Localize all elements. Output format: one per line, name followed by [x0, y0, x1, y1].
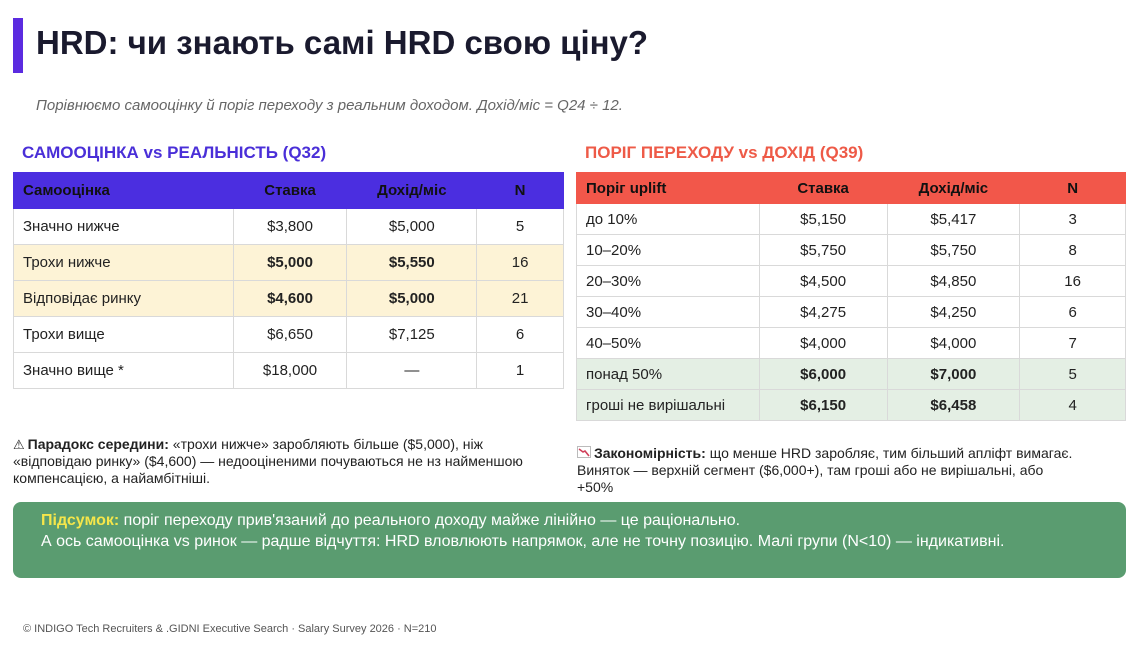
column-header: Дохід/міс — [346, 172, 478, 209]
table-cell: 16 — [1019, 265, 1126, 297]
table-cell: $18,000 — [232, 352, 348, 389]
table-row: 40–50% $4,000 $4,000 7 — [576, 327, 1126, 359]
table-cell: $6,000 — [758, 358, 888, 390]
table-header-row: Поріг uplift Ставка Дохід/міс N — [576, 172, 1126, 204]
table-cell: 1 — [476, 352, 564, 389]
table-cell: $7,000 — [886, 358, 1021, 390]
right-section-title: ПОРІГ ПЕРЕХОДУ vs ДОХІД (Q39) — [585, 143, 864, 162]
table-row: 10–20% $5,750 $5,750 8 — [576, 234, 1126, 266]
title-accent-bar — [13, 18, 23, 73]
table-cell: $4,600 — [232, 280, 348, 317]
summary-text-2: А ось самооцінка vs ринок — радше відчут… — [41, 533, 1005, 550]
table-cell: $5,750 — [886, 234, 1021, 266]
table-cell: $7,125 — [346, 316, 478, 353]
table-row: Значно нижче $3,800 $5,000 5 — [13, 208, 564, 245]
table-cell: 40–50% — [576, 327, 760, 359]
warning-icon: ⚠ — [13, 437, 25, 452]
table-cell: 21 — [476, 280, 564, 317]
table-cell: $4,000 — [758, 327, 888, 359]
column-header: Дохід/міс — [886, 172, 1021, 204]
column-header: Самооцінка — [13, 172, 234, 209]
table-cell: $4,850 — [886, 265, 1021, 297]
table-cell: $5,417 — [886, 203, 1021, 235]
table-cell: 5 — [1019, 358, 1126, 390]
table-header-row: Самооцінка Ставка Дохід/міс N — [13, 172, 564, 209]
table-cell: 8 — [1019, 234, 1126, 266]
summary-box: Підсумок: поріг переходу прив'язаний до … — [13, 502, 1126, 578]
table-cell: $3,800 — [232, 208, 348, 245]
column-header: Ставка — [758, 172, 888, 204]
table-cell: Трохи нижче — [13, 244, 234, 281]
table-row-highlighted: понад 50% $6,000 $7,000 5 — [576, 358, 1126, 390]
table-cell: Значно нижче — [13, 208, 234, 245]
table-row: 30–40% $4,275 $4,250 6 — [576, 296, 1126, 328]
table-cell: 7 — [1019, 327, 1126, 359]
page-title: HRD: чи знають самі HRD свою ціну? — [36, 24, 649, 61]
summary-text-1: поріг переходу прив'язаний до реального … — [119, 512, 741, 529]
column-header: N — [476, 172, 564, 209]
table-cell: 16 — [476, 244, 564, 281]
table-cell: $4,500 — [758, 265, 888, 297]
column-header: Поріг uplift — [576, 172, 760, 204]
table-cell: 30–40% — [576, 296, 760, 328]
table-cell: $6,150 — [758, 389, 888, 421]
uplift-threshold-table: Поріг uplift Ставка Дохід/міс N до 10% $… — [576, 172, 1126, 421]
table-cell: Значно вище * — [13, 352, 234, 389]
table-cell: гроші не вирішальні — [576, 389, 760, 421]
summary-label: Підсумок: — [41, 512, 120, 529]
table-cell: $5,150 — [758, 203, 888, 235]
page-subtitle: Порівнюємо самооцінку й поріг переходу з… — [36, 97, 623, 114]
chart-decreasing-icon — [577, 445, 591, 462]
table-cell: понад 50% — [576, 358, 760, 390]
table-row-highlighted: гроші не вирішальні $6,150 $6,458 4 — [576, 389, 1126, 421]
table-cell: Трохи вище — [13, 316, 234, 353]
summary-line-1: Підсумок: поріг переходу прив'язаний до … — [41, 510, 1098, 531]
table-cell: Відповідає ринку — [13, 280, 234, 317]
paradox-note: ⚠ Парадокс середини: «трохи нижче» заробл… — [13, 436, 543, 487]
column-header: Ставка — [232, 172, 348, 209]
table-cell: 3 — [1019, 203, 1126, 235]
table-cell: $5,000 — [232, 244, 348, 281]
table-cell: 6 — [476, 316, 564, 353]
self-assessment-table: Самооцінка Ставка Дохід/міс N Значно ниж… — [13, 172, 564, 389]
table-cell: 5 — [476, 208, 564, 245]
table-cell: до 10% — [576, 203, 760, 235]
table-row: Трохи вище $6,650 $7,125 6 — [13, 316, 564, 353]
table-cell: — — [346, 352, 478, 389]
table-cell: $6,458 — [886, 389, 1021, 421]
table-row-highlighted: Відповідає ринку $4,600 $5,000 21 — [13, 280, 564, 317]
table-cell: $4,000 — [886, 327, 1021, 359]
table-cell: $5,000 — [346, 280, 478, 317]
table-cell: $5,750 — [758, 234, 888, 266]
table-row: Значно вище * $18,000 — 1 — [13, 352, 564, 389]
paradox-note-label: Парадокс середини: — [27, 436, 169, 452]
table-cell: $6,650 — [232, 316, 348, 353]
footer-credits: © INDIGO Tech Recruiters & .GIDNI Execut… — [23, 623, 437, 635]
column-header: N — [1019, 172, 1126, 204]
table-cell: $4,250 — [886, 296, 1021, 328]
left-section-title: САМООЦІНКА vs РЕАЛЬНІСТЬ (Q32) — [22, 143, 327, 162]
pattern-note-label: Закономірність: — [594, 445, 706, 461]
table-cell: $5,550 — [346, 244, 478, 281]
pattern-note: Закономірність: що менше HRD заробляє, т… — [577, 445, 1077, 496]
table-row: 20–30% $4,500 $4,850 16 — [576, 265, 1126, 297]
table-cell: 6 — [1019, 296, 1126, 328]
table-cell: 10–20% — [576, 234, 760, 266]
table-cell: $5,000 — [346, 208, 478, 245]
table-cell: 20–30% — [576, 265, 760, 297]
table-cell: 4 — [1019, 389, 1126, 421]
table-row-highlighted: Трохи нижче $5,000 $5,550 16 — [13, 244, 564, 281]
table-row: до 10% $5,150 $5,417 3 — [576, 203, 1126, 235]
table-cell: $4,275 — [758, 296, 888, 328]
